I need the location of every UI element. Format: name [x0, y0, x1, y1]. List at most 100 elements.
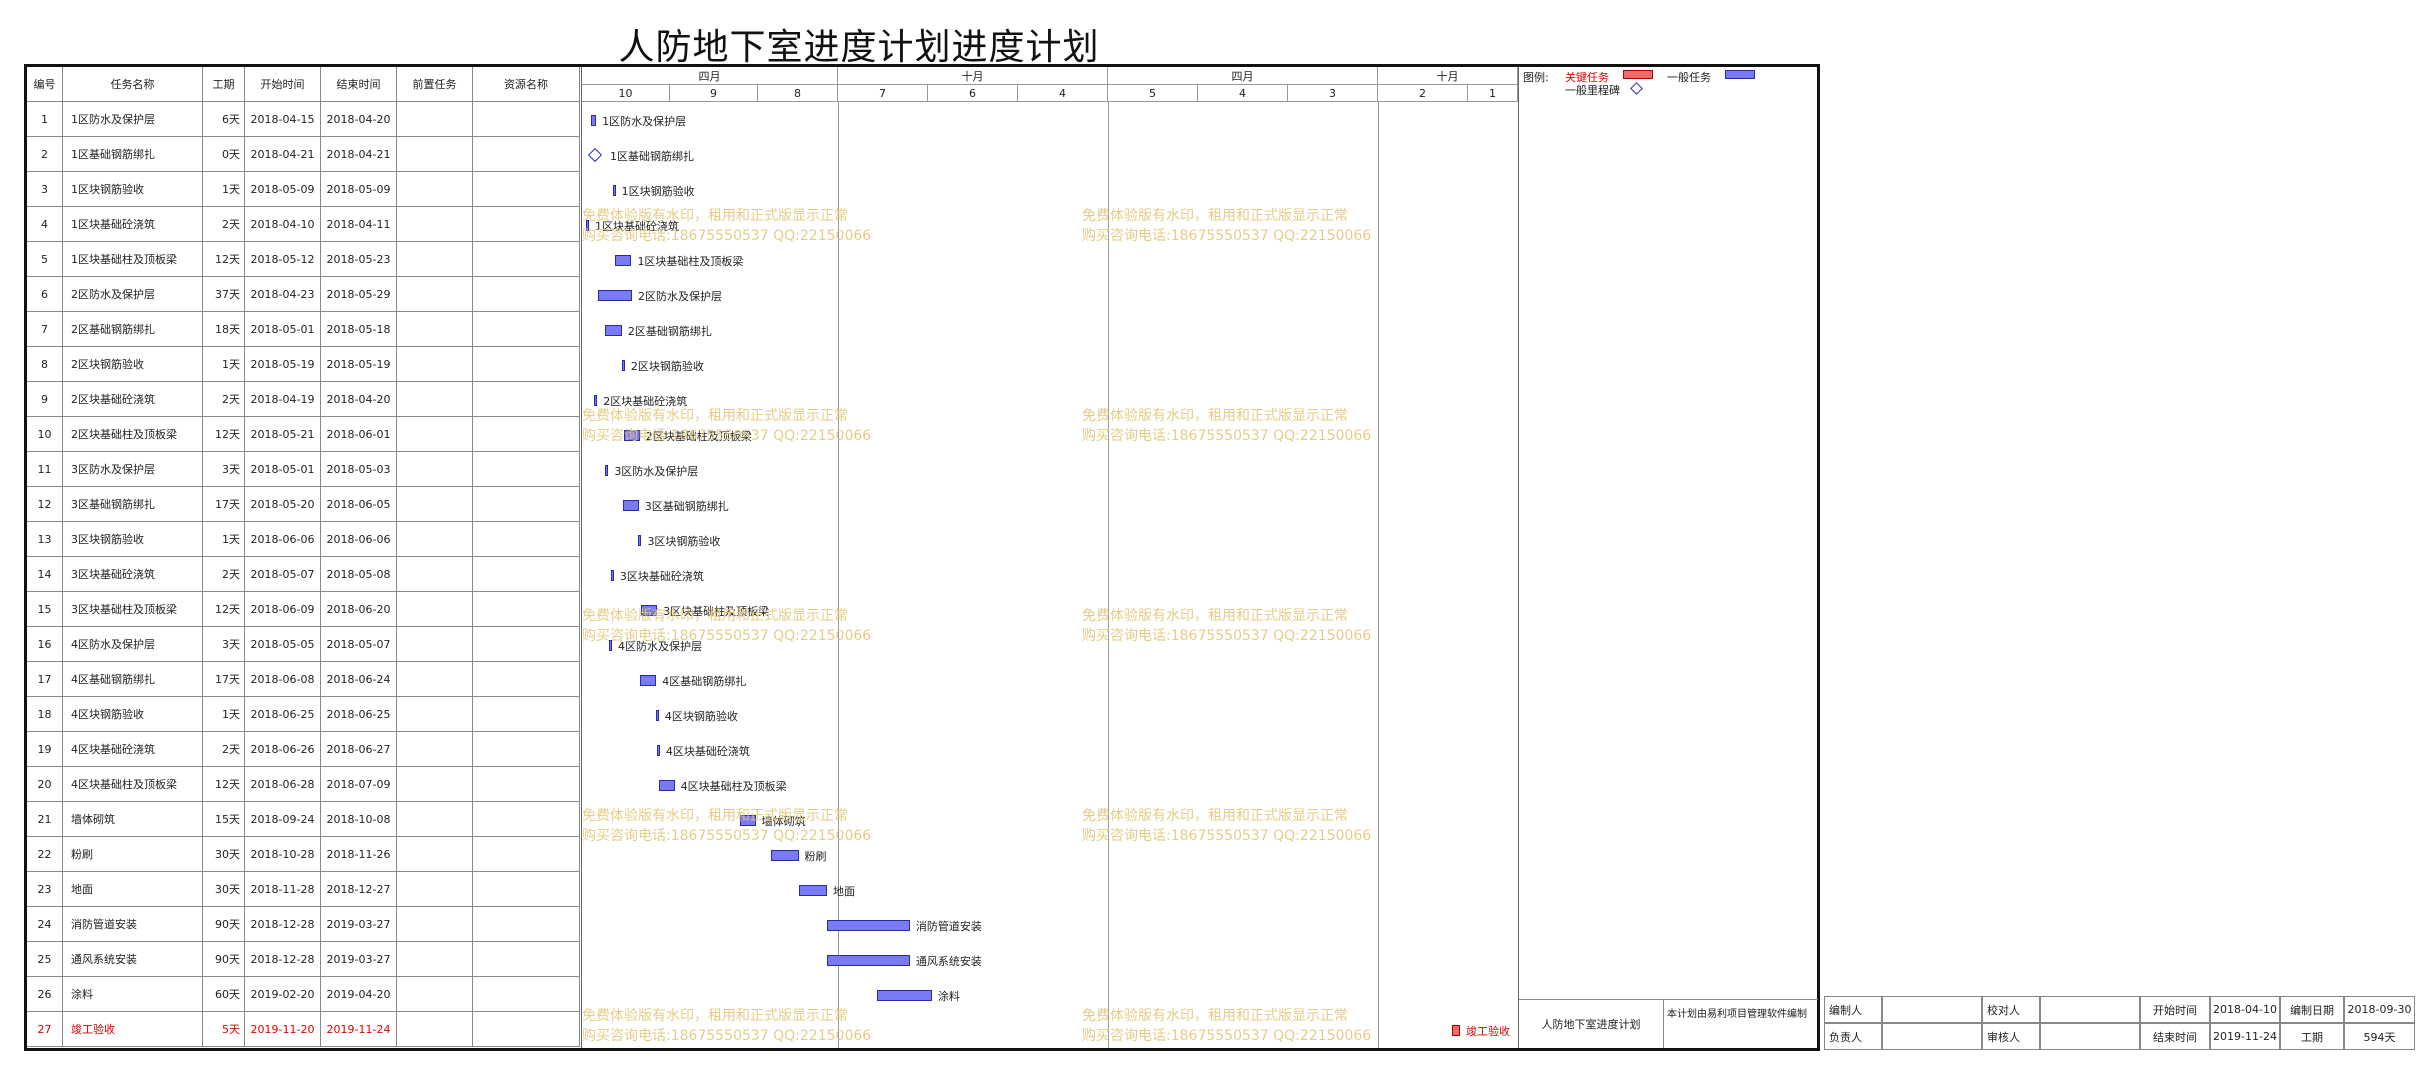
cell-predecessor	[397, 417, 473, 452]
cell-name: 涂料	[63, 977, 203, 1012]
cell-end: 2018-05-29	[321, 277, 397, 312]
cell-start: 2018-04-15	[245, 102, 321, 137]
gantt-bar[interactable]	[655, 709, 659, 721]
cell-end: 2018-04-20	[321, 102, 397, 137]
gantt-bar[interactable]	[658, 779, 675, 791]
table-row[interactable]: 5 1区块基础柱及顶板梁 12天 2018-05-12 2018-05-23	[27, 242, 580, 277]
cell-id: 12	[27, 487, 63, 522]
gantt-bar[interactable]	[590, 114, 597, 126]
cell-duration: 2天	[203, 382, 245, 417]
cell-resource	[473, 522, 580, 557]
gantt-bar[interactable]	[827, 919, 910, 931]
table-row[interactable]: 6 2区防水及保护层 37天 2018-04-23 2018-05-29	[27, 277, 580, 312]
cell-resource	[473, 907, 580, 942]
milestone-icon[interactable]	[587, 147, 603, 162]
cell-resource	[473, 487, 580, 522]
table-row[interactable]: 11 3区防水及保护层 3天 2018-05-01 2018-05-03	[27, 452, 580, 487]
table-row[interactable]: 4 1区块基础砼浇筑 2天 2018-04-10 2018-04-11	[27, 207, 580, 242]
cell-duration: 90天	[203, 942, 245, 977]
gantt-bar-label: 1区块基础柱及顶板梁	[637, 254, 744, 268]
table-row[interactable]: 9 2区块基础砼浇筑 2天 2018-04-19 2018-04-20	[27, 382, 580, 417]
table-row[interactable]: 8 2区块钢筋验收 1天 2018-05-19 2018-05-19	[27, 347, 580, 382]
gantt-bar[interactable]	[641, 604, 658, 616]
timescale-bottom: 6	[928, 85, 1018, 102]
timescale-bottom: 1	[1468, 85, 1518, 102]
table-row[interactable]: 14 3区块基础砼浇筑 2天 2018-05-07 2018-05-08	[27, 557, 580, 592]
table-row[interactable]: 1 1区防水及保护层 6天 2018-04-15 2018-04-20	[27, 102, 580, 137]
cell-start: 2018-04-21	[245, 137, 321, 172]
cell-start: 2018-05-07	[245, 557, 321, 592]
cell-duration: 12天	[203, 592, 245, 627]
gantt-bar[interactable]	[622, 499, 639, 511]
gantt-bar[interactable]	[597, 289, 632, 301]
timescale-bottom: 2	[1378, 85, 1468, 102]
table-row[interactable]: 2 1区基础钢筋绑扎 0天 2018-04-21 2018-04-21	[27, 137, 580, 172]
cell-resource	[473, 347, 580, 382]
gantt-bar[interactable]	[586, 219, 589, 231]
gantt-bar[interactable]	[799, 884, 828, 896]
gantt-bar[interactable]	[605, 324, 622, 336]
gantt-bar[interactable]	[621, 359, 625, 371]
table-row[interactable]: 27 竣工验收 5天 2019-11-20 2019-11-24	[27, 1012, 580, 1047]
table-row[interactable]: 23 地面 30天 2018-11-28 2018-12-27	[27, 872, 580, 907]
gantt-bar[interactable]	[739, 814, 756, 826]
gantt-bar[interactable]	[609, 639, 612, 651]
cell-id: 23	[27, 872, 63, 907]
cell-end: 2018-05-23	[321, 242, 397, 277]
table-row[interactable]: 10 2区块基础柱及顶板梁 12天 2018-05-21 2018-06-01	[27, 417, 580, 452]
table-row[interactable]: 13 3区块钢筋验收 1天 2018-06-06 2018-06-06	[27, 522, 580, 557]
table-row[interactable]: 22 粉刷 30天 2018-10-28 2018-11-26	[27, 837, 580, 872]
watermark-line: 免费体验版有水印，租用和正式版显示正常	[582, 808, 848, 824]
cell-predecessor	[397, 697, 473, 732]
table-row[interactable]: 25 通风系统安装 90天 2018-12-28 2019-03-27	[27, 942, 580, 977]
gantt-bar[interactable]	[605, 464, 609, 476]
cell-id: 7	[27, 312, 63, 347]
cell-id: 2	[27, 137, 63, 172]
gantt-bar[interactable]	[615, 254, 632, 266]
cell-name: 墙体砌筑	[63, 802, 203, 837]
table-row[interactable]: 7 2区基础钢筋绑扎 18天 2018-05-01 2018-05-18	[27, 312, 580, 347]
table-row[interactable]: 24 消防管道安装 90天 2018-12-28 2019-03-27	[27, 907, 580, 942]
gantt-bar[interactable]	[770, 849, 799, 861]
cell-name: 3区块基础砼浇筑	[63, 557, 203, 592]
table-row[interactable]: 26 涂料 60天 2019-02-20 2019-04-20	[27, 977, 580, 1012]
gantt-bar[interactable]	[623, 429, 640, 441]
table-row[interactable]: 3 1区块钢筋验收 1天 2018-05-09 2018-05-09	[27, 172, 580, 207]
cell-end: 2018-11-26	[321, 837, 397, 872]
gantt-bar[interactable]	[610, 569, 614, 581]
watermark: 免费体验版有水印，租用和正式版显示正常 购买咨询电话:18675550537 QQ…	[582, 1006, 871, 1046]
watermark-line: 购买咨询电话:18675550537 QQ:22150066	[1082, 228, 1372, 244]
checker-value	[2040, 996, 2140, 1023]
table-row[interactable]: 20 4区块基础柱及顶板梁 12天 2018-06-28 2018-07-09	[27, 767, 580, 802]
cell-predecessor	[397, 627, 473, 662]
gantt-bar[interactable]	[594, 394, 598, 406]
header-predecessor: 前置任务	[397, 67, 473, 102]
cell-start: 2018-04-19	[245, 382, 321, 417]
table-row[interactable]: 21 墙体砌筑 15天 2018-09-24 2018-10-08	[27, 802, 580, 837]
gantt-bar[interactable]	[827, 954, 910, 966]
cell-id: 21	[27, 802, 63, 837]
cell-name: 3区块钢筋验收	[63, 522, 203, 557]
watermark-line: 免费体验版有水印，租用和正式版显示正常	[1082, 1008, 1348, 1024]
table-row[interactable]: 18 4区块钢筋验收 1天 2018-06-25 2018-06-25	[27, 697, 580, 732]
editor-label: 编制人	[1824, 996, 1882, 1023]
gantt-bar-label: 通风系统安装	[915, 954, 982, 968]
cell-predecessor	[397, 207, 473, 242]
gantt-bar-critical[interactable]	[1452, 1024, 1460, 1036]
table-row[interactable]: 15 3区块基础柱及顶板梁 12天 2018-06-09 2018-06-20	[27, 592, 580, 627]
gantt-area: 四月 十月 四月 十月 10 9 8 7 6 4 5 4 3 2 1 1区防水及保护层 1区基础钢筋绑扎 1区块…	[581, 67, 1518, 1048]
cell-end: 2018-05-07	[321, 627, 397, 662]
table-row[interactable]: 19 4区块基础砼浇筑 2天 2018-06-26 2018-06-27	[27, 732, 580, 767]
table-row[interactable]: 17 4区基础钢筋绑扎 17天 2018-06-08 2018-06-24	[27, 662, 580, 697]
legend-panel: 图例: 关键任务 一般任务 一般里程碑 人防地下室进度计划 本计划由易利项目管理…	[1518, 67, 1818, 1048]
gantt-bar[interactable]	[612, 184, 616, 196]
gantt-bar-label: 竣工验收	[1466, 1024, 1510, 1038]
gantt-bar[interactable]	[876, 989, 932, 1001]
table-row[interactable]: 12 3区基础钢筋绑扎 17天 2018-05-20 2018-06-05	[27, 487, 580, 522]
cell-predecessor	[397, 942, 473, 977]
gantt-bar[interactable]	[640, 674, 657, 686]
gantt-bar[interactable]	[656, 744, 660, 756]
table-row[interactable]: 16 4区防水及保护层 3天 2018-05-05 2018-05-07	[27, 627, 580, 662]
cell-duration: 3天	[203, 627, 245, 662]
gantt-bar[interactable]	[638, 534, 642, 546]
